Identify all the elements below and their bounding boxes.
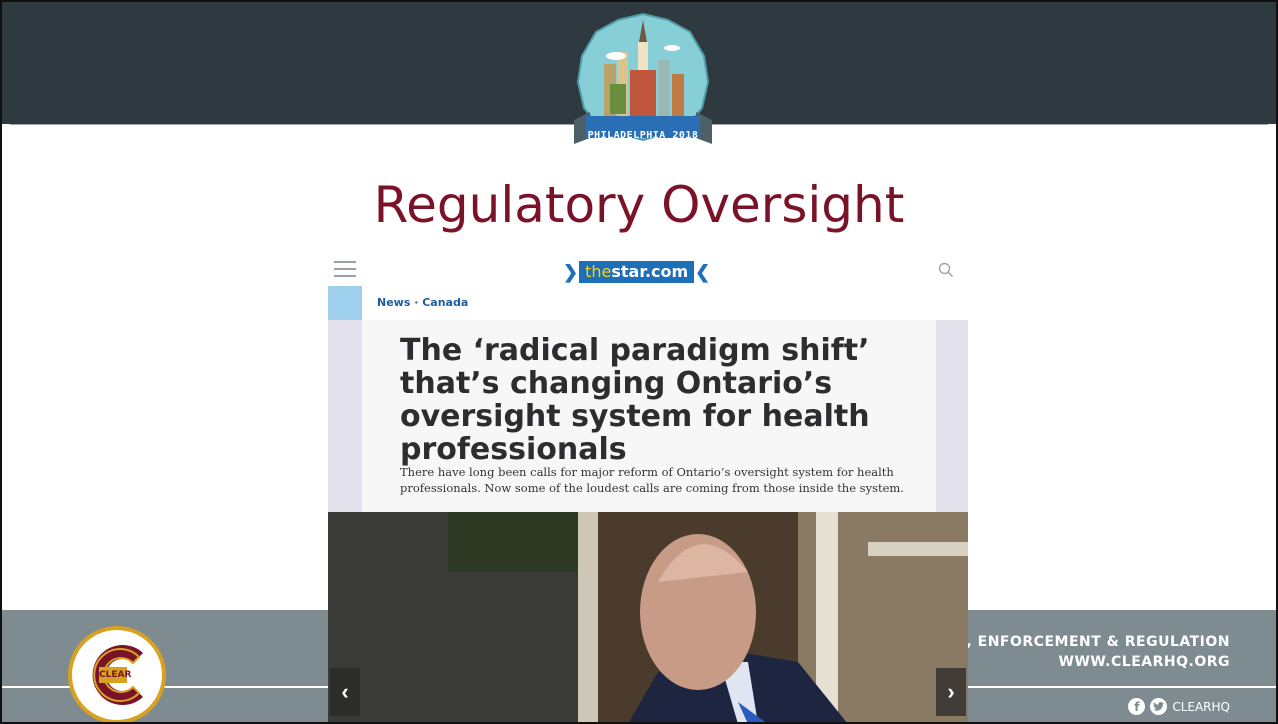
logo-box: thestar.com — [579, 261, 695, 283]
logo-chevron-right-icon: ❯ — [563, 262, 579, 282]
breadcrumb[interactable]: News · Canada — [377, 296, 468, 309]
search-icon[interactable] — [938, 262, 954, 283]
logo-chevron-left-icon: ❮ — [695, 262, 711, 282]
clear-logo: CLEAR — [68, 626, 166, 724]
article-headline: The ‘radical paradigm shift’ that’s chan… — [400, 333, 870, 467]
site-header: ❯ thestar.com ❮ — [328, 250, 968, 290]
chevron-left-icon[interactable]: ‹ — [330, 668, 360, 716]
section-tab — [328, 286, 362, 320]
article-dek: There have long been calls for major ref… — [400, 465, 904, 495]
facebook-icon[interactable]: f — [1128, 698, 1146, 715]
clear-logo-text: CLEAR — [99, 670, 132, 680]
article-screenshot: ❯ thestar.com ❮ News · Canada The ‘radic… — [328, 250, 968, 724]
footer-website[interactable]: WWW.CLEARHQ.ORG — [1059, 654, 1231, 670]
logo-main: star.com — [611, 262, 689, 281]
article-photo — [328, 512, 968, 724]
hamburger-menu-icon[interactable] — [334, 261, 356, 277]
footer-tagline: URE, ENFORCEMENT & REGULATION — [933, 634, 1230, 650]
social-links: f CLEARHQ — [1128, 698, 1230, 715]
twitter-icon[interactable] — [1150, 698, 1168, 715]
logo-prefix: the — [585, 262, 612, 281]
site-logo[interactable]: ❯ thestar.com ❮ — [562, 261, 711, 283]
social-handle[interactable]: CLEARHQ — [1172, 700, 1230, 714]
badge-label: PHILADELPHIA 2018 — [587, 130, 699, 141]
conference-badge: PHILADELPHIA 2018 — [568, 12, 718, 152]
slide-title: Regulatory Oversight — [373, 176, 905, 234]
chevron-right-icon[interactable]: › — [936, 668, 966, 716]
